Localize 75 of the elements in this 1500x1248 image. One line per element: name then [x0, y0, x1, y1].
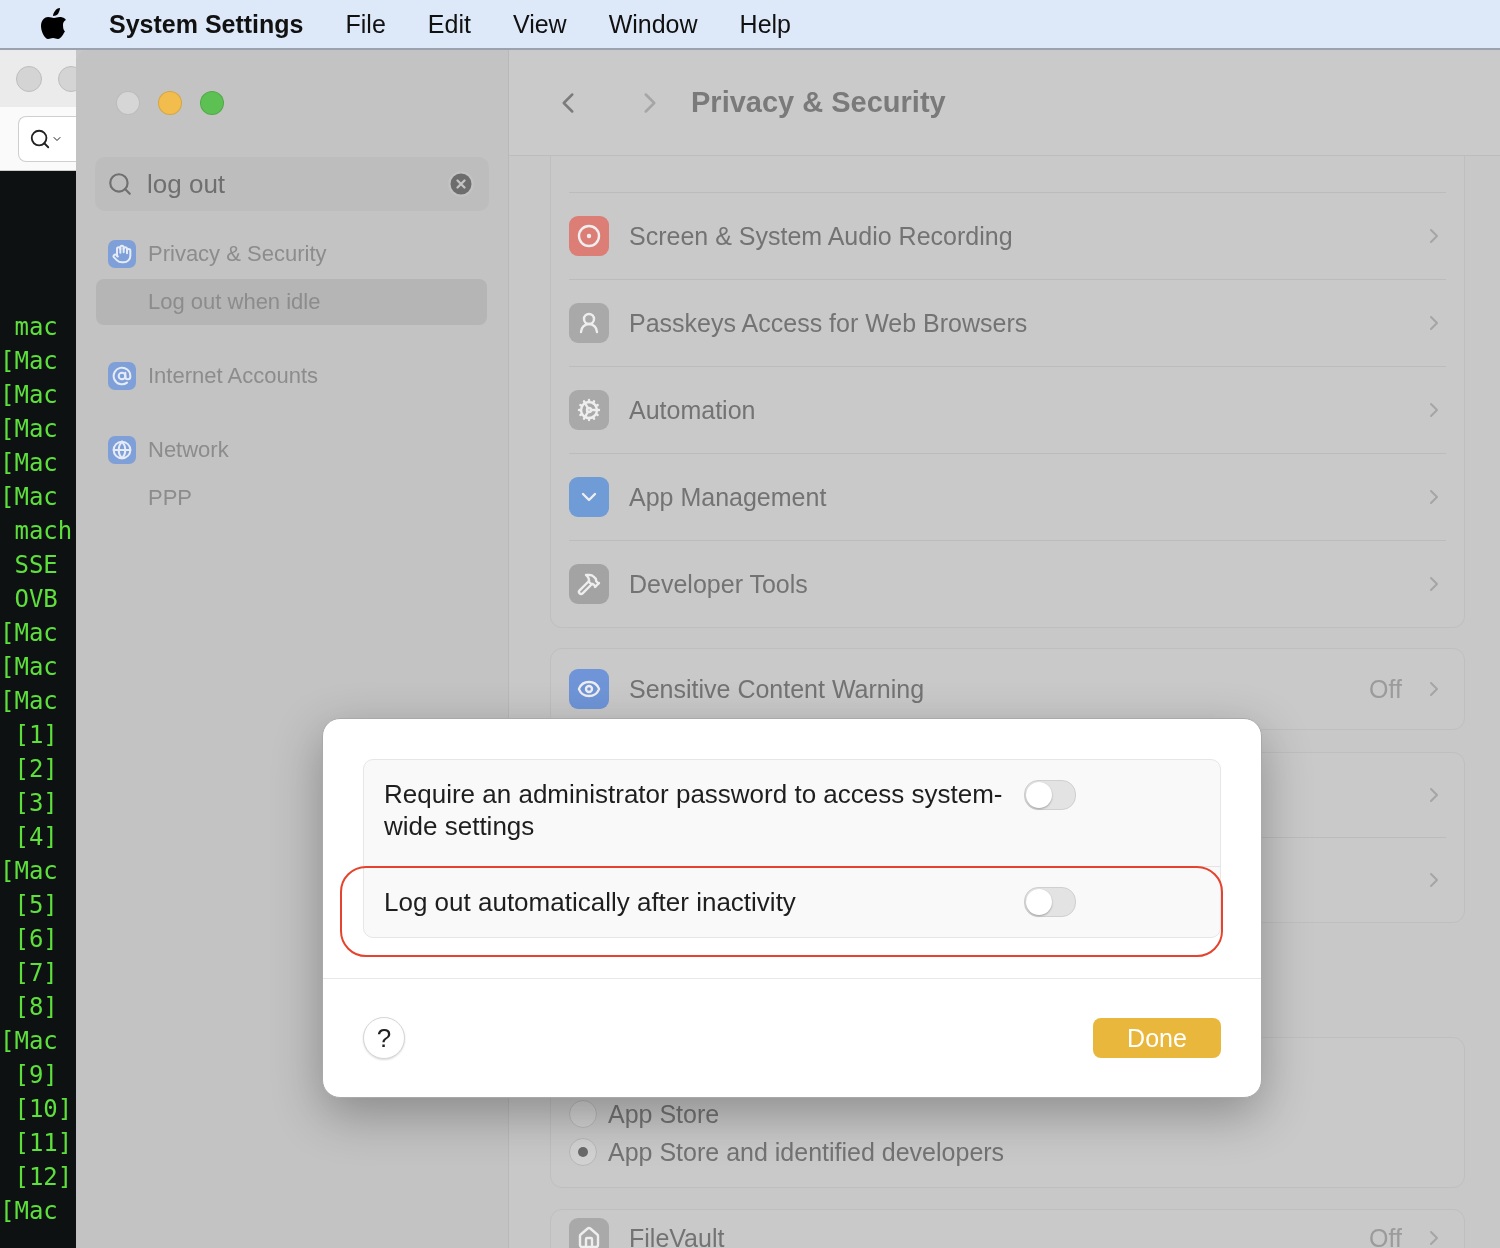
search-value: log out: [147, 168, 227, 200]
row-label: App Management: [629, 482, 828, 512]
radio-label: App Store and identified developers: [608, 1137, 1006, 1167]
apple-logo-icon[interactable]: [40, 8, 68, 40]
terminal-line: mach: [13, 516, 74, 547]
eye-icon: [569, 669, 609, 709]
row-label: Developer Tools: [629, 569, 809, 599]
terminal-line: mac: [13, 312, 59, 343]
radio-button[interactable]: [569, 1138, 597, 1166]
close-button[interactable]: [16, 65, 42, 92]
terminal-line: [Mac: [0, 346, 59, 377]
terminal-line: [Mac: [0, 1196, 59, 1227]
terminal-line: [Mac: [0, 380, 59, 411]
terminal-line: [Mac: [0, 482, 59, 513]
hand-icon: [108, 240, 136, 268]
row-label: Automation: [629, 395, 757, 425]
radio-button[interactable]: [569, 1100, 597, 1128]
hammer-icon: [569, 564, 609, 604]
search-field[interactable]: log out: [95, 157, 489, 211]
terminal-line: [3]: [13, 788, 59, 819]
page-title: Privacy & Security: [691, 86, 946, 119]
terminal-line: [5]: [13, 890, 59, 921]
help-button[interactable]: ?: [363, 1017, 405, 1059]
at-sign-icon: [108, 362, 136, 390]
terminal-line: [2]: [13, 754, 59, 785]
zoom-button[interactable]: [200, 90, 224, 115]
radio-label: App Store: [608, 1099, 721, 1129]
gear-icon: [569, 390, 609, 430]
terminal-line: [6]: [13, 924, 59, 955]
setting-label: Log out automatically after inactivity: [384, 886, 797, 918]
search-icon: [107, 171, 133, 197]
toggle-switch[interactable]: [1024, 780, 1076, 810]
search-field[interactable]: [18, 115, 76, 162]
terminal-line: [Mac: [0, 686, 59, 717]
terminal-line: [Mac: [0, 652, 59, 683]
row-label: Passkeys Access for Web Browsers: [629, 308, 1029, 338]
terminal-line: [10]: [13, 1094, 74, 1125]
terminal-line: [12]: [13, 1162, 74, 1193]
settings-row[interactable]: Screen & System Audio Recording: [569, 193, 1446, 280]
minimize-button[interactable]: [58, 65, 76, 92]
setting-label: Require an administrator password to access system-wide settings: [384, 778, 1004, 842]
menu-item[interactable]: Edit: [406, 9, 492, 39]
terminal-line: SSE: [13, 550, 59, 581]
terminal-line: [Mac: [0, 856, 59, 887]
settings-row[interactable]: Automation: [569, 367, 1446, 454]
menu-item[interactable]: View: [491, 9, 588, 39]
terminal-line: [Mac: [0, 1026, 59, 1057]
row-label: Sensitive Content Warning: [629, 674, 926, 704]
settings-row[interactable]: Passkeys Access for Web Browsers: [569, 280, 1446, 367]
done-button[interactable]: Done: [1093, 1018, 1221, 1058]
terminal-line: [Mac: [0, 618, 59, 649]
settings-row[interactable]: Developer Tools: [569, 541, 1446, 627]
record-icon: [569, 216, 609, 256]
globe-icon: [108, 436, 136, 464]
terminal-line: [1]: [13, 720, 59, 751]
house-icon: [569, 1218, 609, 1248]
menu-item[interactable]: Window: [587, 9, 719, 39]
menu-item[interactable]: File: [324, 9, 407, 39]
row-label: Screen & System Audio Recording: [629, 221, 1014, 251]
terminal-line: [9]: [13, 1060, 59, 1091]
person-icon: [569, 303, 609, 343]
menu-item[interactable]: System Settings: [88, 9, 325, 39]
clear-icon[interactable]: [447, 170, 475, 198]
terminal-line: [4]: [13, 822, 59, 853]
settings-row[interactable]: App Management: [569, 454, 1446, 541]
terminal-line: [Mac: [0, 414, 59, 445]
toggle-switch[interactable]: [1024, 887, 1076, 917]
terminal-line: OVB: [13, 584, 59, 615]
terminal-line: [11]: [13, 1128, 74, 1159]
terminal-line: [8]: [13, 992, 59, 1023]
search-icon: [29, 127, 51, 150]
row-label: FileVault: [629, 1223, 726, 1248]
terminal-line: [7]: [13, 958, 59, 989]
terminal-line: [Mac: [0, 448, 59, 479]
menu-item[interactable]: Help: [718, 9, 812, 39]
